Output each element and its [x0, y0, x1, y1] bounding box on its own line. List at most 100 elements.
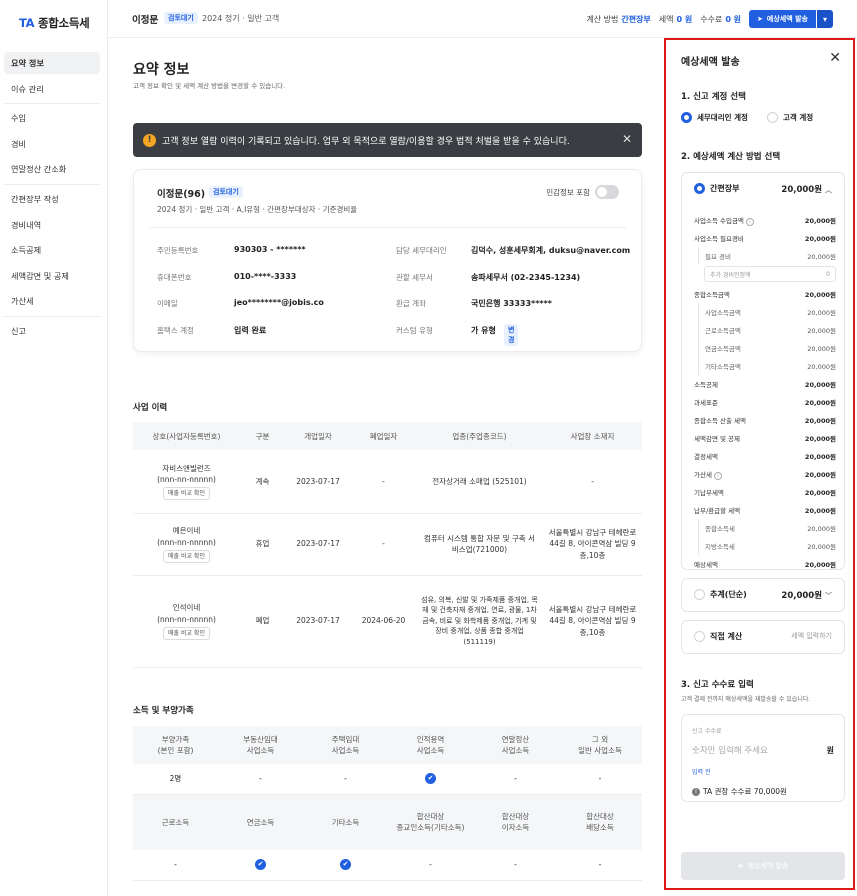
- col-header: 구분: [240, 422, 285, 450]
- sales-compare-button[interactable]: 매출 비교 확인: [163, 549, 210, 563]
- sales-compare-button[interactable]: 매출 비교 확인: [163, 626, 210, 640]
- calc-row: 사업소득금액 20,000원: [698, 303, 836, 321]
- fee-value: 0 원: [725, 14, 742, 24]
- client-name: 이정문: [132, 15, 159, 26]
- calc-row: 예상세액 20,000원: [694, 561, 836, 569]
- calc-row: 기납부세액 20,000원: [694, 489, 836, 497]
- send-estimate-button[interactable]: ➤ 예상세액 발송: [749, 10, 816, 28]
- calc-row: 필요 경비 20,000원: [698, 247, 836, 265]
- info-icon[interactable]: i: [745, 217, 754, 226]
- calc-row: 사업소득 수입금액 i 20,000원: [694, 216, 836, 226]
- tax-value: 0 원: [676, 14, 693, 24]
- send-button[interactable]: ➤ 예상세액 발송: [681, 852, 845, 880]
- col-header: 사업장 소재지: [543, 422, 642, 450]
- col-header: 연말정산 사업소득: [501, 735, 530, 755]
- sidebar-item-deduction[interactable]: 소득공제: [4, 239, 100, 261]
- sidebar-item-tax-credit[interactable]: 세액감면 및 공제: [4, 265, 100, 287]
- calc-row: 종합소득 산출 세액 20,000원: [694, 417, 836, 425]
- col-header: 폐업일자: [351, 422, 416, 450]
- app-logo[interactable]: TA 종합소득세: [19, 15, 90, 31]
- send-estimate-panel: 예상세액 발송 ✕ 1. 신고 계정 선택 세무대리인 계정 고객 계정 2. …: [664, 38, 855, 890]
- tax-label: 세액: [658, 14, 674, 24]
- divider: [149, 227, 626, 228]
- col-header: 인적용역 사업소득: [416, 735, 445, 755]
- radio-icon: [694, 183, 705, 194]
- col-header: 그 외 일반 사업소득: [578, 735, 622, 755]
- page-title: 요약 정보: [133, 62, 190, 78]
- close-icon[interactable]: ✕: [829, 50, 841, 66]
- sidebar-item-issues[interactable]: 이슈 관리: [4, 78, 100, 100]
- fee-hint: 입력 전: [692, 769, 711, 776]
- chevron-down-icon[interactable]: ﹀: [825, 592, 832, 600]
- sidebar-item-simple-book[interactable]: 간편장부 작성: [4, 188, 100, 210]
- col-header: 기타소득: [331, 817, 360, 827]
- col-header: 부동산임대 사업소득: [243, 735, 278, 755]
- col-header: 합산대상 이자소득: [501, 812, 530, 833]
- business-table: 상호(사업자등록번호) 구분 개업일자 폐업일자 업종(주업종코드) 사업장 소…: [133, 422, 642, 668]
- fee-recommend: i TA 권장 수수료 70,000원: [692, 786, 787, 797]
- page-description: 고객 정보 확인 및 세액 계산 방법을 변경할 수 있습니다.: [133, 82, 286, 90]
- section-account: 1. 신고 계정 선택: [681, 92, 746, 102]
- section-fee: 3. 신고 수수료 입력: [681, 680, 754, 690]
- calc-row: 연금소득금액 20,000원: [698, 339, 836, 357]
- col-header: 근로소득: [161, 817, 190, 827]
- col-header: 개업일자: [285, 422, 351, 450]
- info-icon: i: [692, 787, 700, 796]
- sidebar-item-expense[interactable]: 경비: [4, 133, 100, 155]
- sidebar-item-yearend[interactable]: 연말정산 간소화: [4, 158, 100, 180]
- check-icon: ✔: [255, 859, 266, 871]
- fee-label: 수수료: [700, 14, 723, 24]
- method-direct[interactable]: 직접 계산 세액 입력하기: [681, 620, 845, 654]
- warning-icon: !: [143, 133, 156, 147]
- chevron-up-icon[interactable]: ︿: [825, 186, 832, 194]
- extra-expense-input[interactable]: 추가 경비인정액 0: [704, 266, 836, 282]
- close-icon[interactable]: ✕: [622, 132, 632, 146]
- privacy-alert: ! 고객 정보 열람 이력이 기록되고 있습니다. 업무 외 목적으로 열람/이…: [133, 123, 642, 157]
- radio-icon: [767, 112, 778, 123]
- info-icon[interactable]: i: [713, 471, 722, 480]
- table-row: 인석이네 (nnn-nn-nnnnn) 매출 비교 확인 폐업 2023-07-17 2…: [133, 575, 642, 668]
- fee-description: 고객 결제 전까지 예상세액을 재발송할 수 있습니다.: [681, 696, 811, 703]
- client-subtitle: 2024 정기 · 일반 고객: [202, 14, 280, 23]
- divider: [4, 315, 100, 317]
- table-row: - ✔ ✔ ---: [133, 850, 642, 881]
- sales-compare-button[interactable]: 매출 비교 확인: [163, 487, 210, 500]
- send-icon: ➤: [757, 15, 763, 23]
- section-title-income: 소득 및 부양가족: [133, 706, 194, 716]
- calc-row: 납부/환급할 세액 20,000원: [694, 507, 836, 515]
- client-card-name: 이정문(96): [157, 189, 206, 200]
- calc-row: 과세표준 20,000원: [694, 399, 836, 407]
- sidebar: TA 종합소득세 요약 정보 이슈 관리 수입 경비 연말정산 간소화 간편장부…: [0, 0, 108, 896]
- radio-client-account[interactable]: 고객 계정: [767, 112, 813, 123]
- chevron-down-icon[interactable]: ▾: [817, 10, 833, 28]
- fee-box: 신고 수수료 숫자만 입력해 주세요 원 입력 전 i TA 권장 수수료 70…: [681, 714, 845, 802]
- toggle-label: 민감정보 포함: [546, 187, 590, 197]
- method-estimate[interactable]: 추계(단순) 20,000원 ﹀: [681, 578, 845, 612]
- sidebar-item-penalty[interactable]: 가산세: [4, 290, 100, 312]
- sidebar-item-summary[interactable]: 요약 정보: [4, 52, 100, 74]
- section-method: 2. 예상세액 계산 방법 선택: [681, 152, 781, 162]
- sidebar-item-expense-list[interactable]: 경비내역: [4, 214, 100, 236]
- radio-agent-account[interactable]: 세무대리인 계정: [681, 112, 748, 123]
- sensitive-info-toggle[interactable]: [595, 185, 619, 199]
- panel-title: 예상세액 발송: [681, 57, 740, 68]
- top-summary: 계산 방법 간편장부 세액 0 원 수수료 0 원 ➤ 예상세액 발송 ▾: [586, 10, 833, 28]
- fee-input[interactable]: 숫자만 입력해 주세요 원: [692, 742, 834, 758]
- col-header: 부양가족 (본인 포함): [157, 735, 194, 755]
- col-header: 주택임대 사업소득: [331, 735, 360, 755]
- radio-icon: [694, 589, 705, 600]
- sidebar-item-filing[interactable]: 신고: [4, 320, 100, 342]
- alert-text: 고객 정보 열람 이력이 기록되고 있습니다. 업무 외 목적으로 열람/이용할…: [162, 136, 570, 147]
- direct-input-link[interactable]: 세액 입력하기: [791, 631, 832, 641]
- income-table: 부양가족 (본인 포함) 부동산임대 사업소득 주택임대 사업소득 인적용역 사…: [133, 726, 642, 881]
- radio-icon: [681, 112, 692, 123]
- sidebar-item-income[interactable]: 수입: [4, 107, 100, 129]
- calc-row: 근로소득금액 20,000원: [698, 321, 836, 339]
- check-icon: ✔: [340, 859, 351, 871]
- change-button[interactable]: 변경: [504, 324, 519, 346]
- calc-rows: 사업소득 수입금액 i 20,000원 사업소득 필요경비 20,000원 필요 경비 20…: [694, 211, 836, 573]
- col-header: 합산대상 배당소득: [586, 812, 614, 833]
- table-row: 자비스앤빌런즈 (nnn-nn-nnnnn) 매출 비교 확인 계속 2023-07-…: [133, 450, 642, 514]
- col-header: 연금소득: [246, 817, 275, 827]
- method-simple-book[interactable]: 간편장부 20,000원 ︿ 사업소득 수입금액 i 20,000원 사업소득 필요경…: [681, 172, 845, 570]
